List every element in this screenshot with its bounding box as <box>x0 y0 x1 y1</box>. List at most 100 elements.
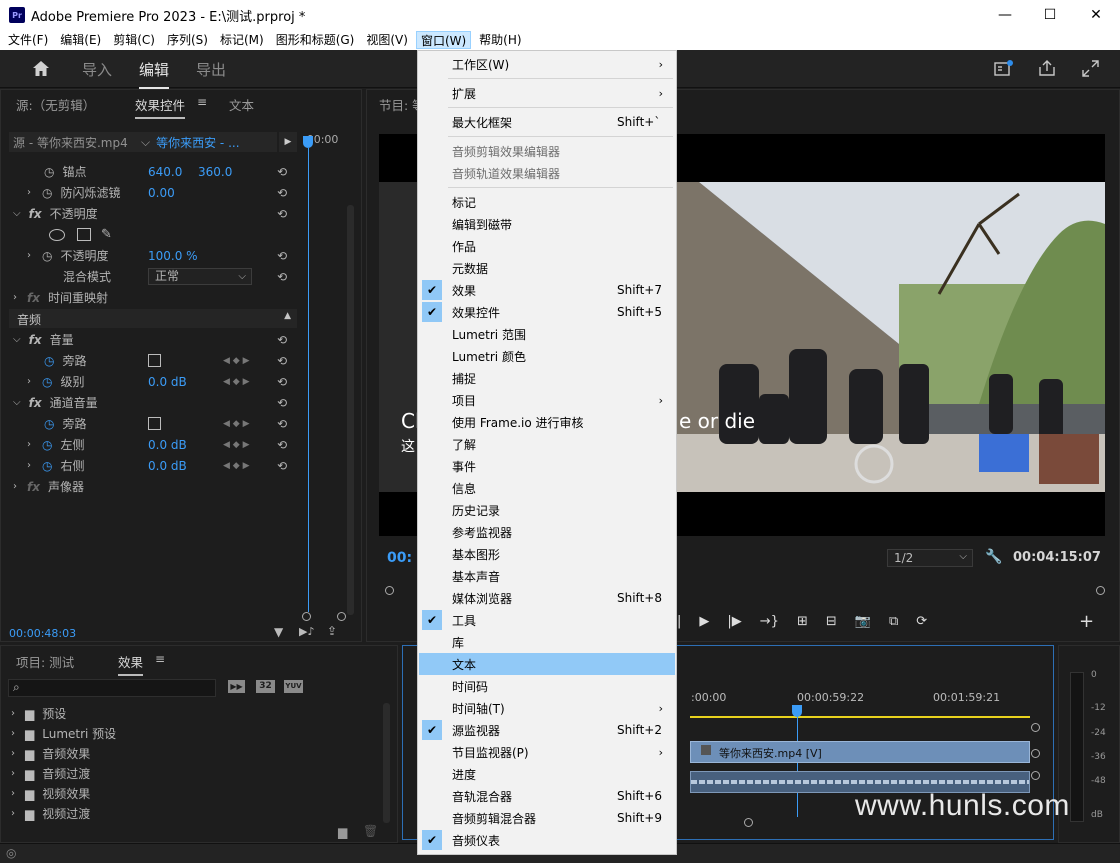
quick-export-icon[interactable] <box>994 60 1014 78</box>
menu-item-audio-track-mixer[interactable]: 音轨混合器 Shift+6 <box>419 785 675 807</box>
close-button[interactable]: ✕ <box>1073 0 1119 30</box>
menu-item-extensions[interactable]: 扩展 › <box>419 82 675 104</box>
menu-item-audio-meters[interactable]: ✔ 音频仪表 <box>419 829 675 851</box>
menu-window[interactable]: 窗口(W) <box>415 31 472 49</box>
play-icon[interactable]: ▶ <box>699 614 709 629</box>
keyframe-nav-icon[interactable]: ◀ ◆ ▶ <box>223 419 250 429</box>
ec-playhead-handle[interactable] <box>303 136 313 148</box>
menu-item-productions[interactable]: 作品 <box>419 235 675 257</box>
chevron-right-icon[interactable]: › <box>27 460 31 471</box>
tab-text[interactable]: 文本 <box>229 95 254 114</box>
home-icon[interactable] <box>32 60 50 77</box>
step-forward-icon[interactable]: |▶ <box>727 614 741 629</box>
tab-effects[interactable]: 效果 <box>118 652 144 676</box>
chevron-right-icon[interactable]: › <box>13 481 17 492</box>
chevron-right-icon[interactable]: › <box>27 187 31 198</box>
tree-item-presets[interactable]: › ▆ 预设 <box>11 703 301 724</box>
menu-item-learn[interactable]: 了解 <box>419 433 675 455</box>
menu-item-edit-to-tape[interactable]: 编辑到磁带 <box>419 213 675 235</box>
menu-item-lumetri-scopes[interactable]: Lumetri 范围 <box>419 323 675 345</box>
effects-scrollbar[interactable] <box>383 703 390 823</box>
time-remap-row[interactable]: › fx 时间重映射 <box>9 287 299 308</box>
resolution-dropdown[interactable]: 1/2 ⌵ <box>887 549 973 567</box>
chevron-down-icon[interactable]: ⌵ <box>13 397 21 408</box>
menu-item-progress[interactable]: 进度 <box>419 763 675 785</box>
chevron-right-icon[interactable]: › <box>13 292 17 303</box>
tab-project[interactable]: 项目: 测试 <box>16 652 74 671</box>
menu-item-events[interactable]: 事件 <box>419 455 675 477</box>
track-scroll-handle[interactable] <box>1031 749 1040 758</box>
timeline-playhead-handle[interactable] <box>792 705 802 717</box>
extract-icon[interactable]: ⊟ <box>826 614 837 629</box>
panner-row[interactable]: › fx 声像器 <box>9 476 299 497</box>
menu-item-history[interactable]: 历史记录 <box>419 499 675 521</box>
maximize-button[interactable]: ☐ <box>1027 0 1073 30</box>
comparison-view-icon[interactable]: ⧉ <box>889 614 898 629</box>
menu-item-media-browser[interactable]: 媒体浏览器 Shift+8 <box>419 587 675 609</box>
menu-item-info[interactable]: 信息 <box>419 477 675 499</box>
keyframe-nav-icon[interactable]: ◀ ◆ ▶ <box>223 356 250 366</box>
tab-effect-controls[interactable]: 效果控件 <box>135 95 186 119</box>
yuv-effects-icon[interactable]: YUV <box>284 680 303 693</box>
menu-item-timelines[interactable]: 时间轴(T) › <box>419 697 675 719</box>
blend-mode-dropdown[interactable]: 正常 ⌵ <box>148 268 252 285</box>
menu-item-timecode[interactable]: 时间码 <box>419 675 675 697</box>
rectangle-mask-icon[interactable] <box>77 228 91 241</box>
chevron-right-icon[interactable]: › <box>27 376 31 387</box>
ec-scrollbar[interactable] <box>347 205 354 615</box>
ec-zoom-slider[interactable] <box>302 612 346 621</box>
anchor-x-value[interactable]: 640.0 <box>148 165 182 179</box>
tree-item-video-transitions[interactable]: › ▆ 视频过渡 <box>11 803 301 824</box>
chevron-down-icon[interactable]: ⌵ <box>13 208 21 219</box>
opacity-value[interactable]: 100.0 % <box>148 249 198 263</box>
level-value[interactable]: 0.0 dB <box>148 375 187 389</box>
effects-search-input[interactable]: ⌕ <box>8 679 216 697</box>
reset-icon[interactable]: ⟲ <box>277 354 287 368</box>
source-clip-selector[interactable]: 源 - 等你来西安.mp4 <box>9 132 137 152</box>
panel-menu-icon[interactable]: ≡ <box>155 652 165 666</box>
ec-timecode[interactable]: 00:00:48:03 <box>9 627 76 640</box>
keyframe-nav-icon[interactable]: ◀ ◆ ▶ <box>223 461 250 471</box>
reset-icon[interactable]: ⟲ <box>277 186 287 200</box>
tab-import[interactable]: 导入 <box>82 59 112 80</box>
left-value[interactable]: 0.0 dB <box>148 438 187 452</box>
chevron-down-icon[interactable]: ⌵ <box>13 334 21 345</box>
menu-item-frameio-review[interactable]: 使用 Frame.io 进行审核 <box>419 411 675 433</box>
chevron-right-icon[interactable]: › <box>27 439 31 450</box>
menu-clip[interactable]: 剪辑(C) <box>109 31 159 49</box>
reset-icon[interactable]: ⟲ <box>277 396 287 410</box>
menu-item-program-monitor[interactable]: 节目监视器(P) › <box>419 741 675 763</box>
menu-item-project[interactable]: 项目 › <box>419 389 675 411</box>
tab-source[interactable]: 源:（无剪辑） <box>16 95 95 114</box>
work-area-bar[interactable] <box>690 716 1030 718</box>
menu-help[interactable]: 帮助(H) <box>475 31 525 49</box>
play-clip-icon[interactable]: ▶ <box>279 132 297 152</box>
reset-icon[interactable]: ⟲ <box>277 459 287 473</box>
menu-item-essential-graphics[interactable]: 基本图形 <box>419 543 675 565</box>
opacity-group-row[interactable]: ⌵ fx 不透明度 ⟲ <box>9 203 299 224</box>
menu-item-markers[interactable]: 标记 <box>419 191 675 213</box>
menu-edit[interactable]: 编辑(E) <box>56 31 105 49</box>
menu-item-metadata[interactable]: 元数据 <box>419 257 675 279</box>
tree-item-lumetri-presets[interactable]: › ▆ Lumetri 预设 <box>11 723 301 744</box>
32bit-effects-icon[interactable]: 32 <box>256 680 275 693</box>
track-scroll-handle[interactable] <box>1031 723 1040 732</box>
menu-graphics[interactable]: 图形和标题(G) <box>272 31 359 49</box>
reset-icon[interactable]: ⟲ <box>277 438 287 452</box>
new-bin-icon[interactable]: ▆ <box>338 825 347 839</box>
status-icon[interactable]: ◎ <box>6 846 16 860</box>
menu-view[interactable]: 视图(V) <box>362 31 412 49</box>
keyframe-nav-icon[interactable]: ◀ ◆ ▶ <box>223 377 250 387</box>
menu-item-text[interactable]: 文本 <box>419 653 675 675</box>
menu-item-source-monitor[interactable]: ✔ 源监视器 Shift+2 <box>419 719 675 741</box>
timeline-zoom-handle[interactable] <box>744 818 753 827</box>
tree-item-audio-transitions[interactable]: › ▆ 音频过渡 <box>11 763 301 784</box>
program-timecode-left[interactable]: 00: <box>387 550 412 566</box>
right-value[interactable]: 0.0 dB <box>148 459 187 473</box>
volume-group-row[interactable]: ⌵ fx 音量 ⟲ <box>9 329 299 350</box>
reset-icon[interactable]: ⟲ <box>277 333 287 347</box>
stopwatch-icon[interactable]: ◷ <box>44 165 54 179</box>
menu-item-libraries[interactable]: 库 <box>419 631 675 653</box>
tree-item-audio-effects[interactable]: › ▆ 音频效果 <box>11 743 301 764</box>
play-audio-icon[interactable]: ▶♪ <box>299 625 314 638</box>
